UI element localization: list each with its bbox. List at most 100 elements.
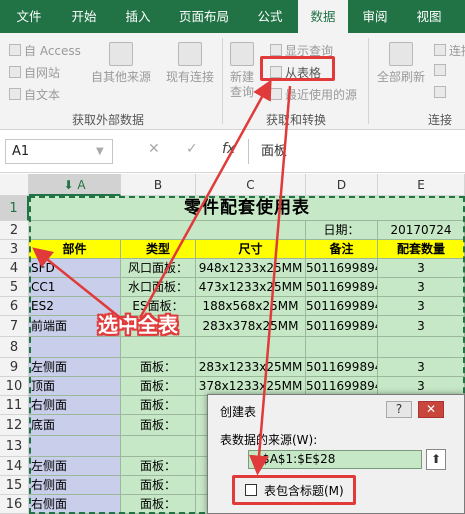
part-name-cell[interactable]: 底面 bbox=[29, 415, 121, 436]
row-header-7[interactable]: 7 bbox=[0, 316, 29, 337]
data-cell[interactable]: 面板： bbox=[121, 495, 196, 514]
part-name-cell[interactable]: 右侧面 bbox=[29, 396, 121, 415]
header-cell[interactable]: 配套数量 bbox=[378, 240, 465, 259]
data-cell[interactable]: 水口面板： bbox=[121, 278, 196, 297]
connections-button[interactable]: 连接 bbox=[434, 42, 465, 59]
date-label-cell[interactable]: 日期： bbox=[306, 221, 378, 240]
chevron-down-icon[interactable]: ▼ bbox=[96, 146, 104, 157]
data-cell[interactable] bbox=[121, 337, 196, 358]
row-header-10[interactable]: 10 bbox=[0, 377, 29, 396]
column-header-b[interactable]: B bbox=[121, 174, 196, 196]
properties-button[interactable] bbox=[434, 64, 449, 78]
tab-formulas[interactable]: 公式 bbox=[242, 0, 298, 33]
data-cell[interactable]: 3 bbox=[378, 297, 465, 316]
data-cell[interactable] bbox=[196, 337, 306, 358]
data-cell[interactable]: 5011699894 bbox=[306, 259, 378, 278]
column-header-c[interactable]: C bbox=[196, 174, 306, 196]
collapse-dialog-button[interactable]: ⬆ bbox=[426, 449, 446, 470]
row-header-14[interactable]: 14 bbox=[0, 457, 29, 476]
tab-home[interactable]: 开始 bbox=[58, 0, 110, 33]
data-cell[interactable]: 面板： bbox=[121, 457, 196, 476]
header-cell[interactable]: 尺寸 bbox=[196, 240, 306, 259]
data-cell[interactable]: 风口面板： bbox=[121, 259, 196, 278]
from-access-button[interactable]: 自 Access bbox=[9, 42, 81, 59]
data-cell[interactable]: 3 bbox=[378, 259, 465, 278]
date-value-cell[interactable]: 20170724 bbox=[378, 221, 465, 240]
column-header-a[interactable]: ⬇ A bbox=[29, 174, 121, 196]
part-name-cell[interactable]: SFD bbox=[29, 259, 121, 278]
part-name-cell[interactable] bbox=[29, 436, 121, 457]
tab-review[interactable]: 审阅 bbox=[348, 0, 402, 33]
part-name-cell[interactable] bbox=[29, 337, 121, 358]
source-range-input[interactable]: =$A$1:$E$28 bbox=[248, 450, 422, 469]
row-header-13[interactable]: 13 bbox=[0, 436, 29, 457]
new-query-button[interactable]: 新建 查询 bbox=[224, 42, 260, 100]
edit-links-button[interactable] bbox=[434, 86, 449, 100]
tab-view[interactable]: 视图 bbox=[402, 0, 456, 33]
column-header-d[interactable]: D bbox=[306, 174, 378, 196]
part-name-cell[interactable]: CC1 bbox=[29, 278, 121, 297]
data-cell[interactable]: 3 bbox=[378, 316, 465, 337]
from-web-button[interactable]: 自网站 bbox=[9, 64, 60, 81]
row-header-5[interactable]: 5 bbox=[0, 278, 29, 297]
column-header-e[interactable]: E bbox=[378, 174, 465, 196]
from-other-sources-button[interactable]: 自其他来源 bbox=[88, 42, 154, 85]
data-cell[interactable]: 面板： bbox=[121, 377, 196, 396]
cell[interactable] bbox=[29, 221, 306, 240]
row-header-16[interactable]: 16 bbox=[0, 495, 29, 514]
sheet-title[interactable]: 零件配套使用表 bbox=[29, 196, 465, 221]
data-cell[interactable]: 473x1233x25MM bbox=[196, 278, 306, 297]
tab-file[interactable]: 文件 bbox=[0, 0, 58, 33]
cancel-formula-button[interactable]: ✕ bbox=[148, 141, 160, 157]
existing-connections-button[interactable]: 现有连接 bbox=[160, 42, 220, 85]
data-cell[interactable]: 5011699894 bbox=[306, 278, 378, 297]
row-header-12[interactable]: 12 bbox=[0, 415, 29, 436]
row-header-2[interactable]: 2 bbox=[0, 221, 29, 240]
tab-data[interactable]: 数据 bbox=[298, 0, 348, 33]
row-header-9[interactable]: 9 bbox=[0, 358, 29, 377]
part-name-cell[interactable]: 右侧面 bbox=[29, 495, 121, 514]
header-cell[interactable]: 备注 bbox=[306, 240, 378, 259]
data-cell[interactable]: 283x1233x25MM bbox=[196, 358, 306, 377]
header-cell[interactable]: 类型 bbox=[121, 240, 196, 259]
part-name-cell[interactable]: 左侧面 bbox=[29, 358, 121, 377]
tab-page-layout[interactable]: 页面布局 bbox=[166, 0, 242, 33]
ribbon-tab-bar: 文件 开始 插入 页面布局 公式 数据 审阅 视图 bbox=[0, 0, 465, 33]
close-button[interactable]: ✕ bbox=[418, 401, 444, 418]
help-button[interactable]: ? bbox=[386, 401, 412, 418]
data-cell[interactable]: 188x568x25MM bbox=[196, 297, 306, 316]
row-header-15[interactable]: 15 bbox=[0, 476, 29, 495]
data-cell[interactable]: 3 bbox=[378, 278, 465, 297]
row-header-8[interactable]: 8 bbox=[0, 337, 29, 358]
data-cell[interactable]: 面板： bbox=[121, 476, 196, 495]
insert-function-button[interactable]: fx bbox=[222, 141, 235, 157]
from-text-button[interactable]: 自文本 bbox=[9, 86, 60, 103]
data-cell[interactable]: 面板： bbox=[121, 358, 196, 377]
row-header-4[interactable]: 4 bbox=[0, 259, 29, 278]
data-cell[interactable]: 283x378x25MM bbox=[196, 316, 306, 337]
part-name-cell[interactable]: 顶面 bbox=[29, 377, 121, 396]
part-name-cell[interactable]: 左侧面 bbox=[29, 457, 121, 476]
data-cell[interactable]: 3 bbox=[378, 358, 465, 377]
part-name-cell[interactable]: 右侧面 bbox=[29, 476, 121, 495]
data-cell[interactable] bbox=[378, 337, 465, 358]
select-all-corner[interactable] bbox=[0, 174, 29, 196]
row-header-1[interactable]: 1 bbox=[0, 196, 29, 221]
header-cell[interactable]: 部件 bbox=[29, 240, 121, 259]
data-cell[interactable] bbox=[306, 337, 378, 358]
data-cell[interactable]: 948x1233x25MM bbox=[196, 259, 306, 278]
data-cell[interactable]: 5011699894 bbox=[306, 358, 378, 377]
row-header-3[interactable]: 3 bbox=[0, 240, 29, 259]
recent-sources-button[interactable]: 最近使用的源 bbox=[270, 86, 357, 103]
tab-insert[interactable]: 插入 bbox=[110, 0, 166, 33]
data-cell[interactable]: 5011699894 bbox=[306, 297, 378, 316]
enter-formula-button[interactable]: ✓ bbox=[186, 141, 198, 157]
data-cell[interactable]: 面板： bbox=[121, 396, 196, 415]
formula-input[interactable]: 面板 bbox=[248, 139, 465, 164]
data-cell[interactable]: 面板： bbox=[121, 415, 196, 436]
refresh-all-button[interactable]: 全部刷新 bbox=[372, 42, 430, 85]
row-header-6[interactable]: 6 bbox=[0, 297, 29, 316]
data-cell[interactable] bbox=[121, 436, 196, 457]
row-header-11[interactable]: 11 bbox=[0, 396, 29, 415]
data-cell[interactable]: 5011699894 bbox=[306, 316, 378, 337]
